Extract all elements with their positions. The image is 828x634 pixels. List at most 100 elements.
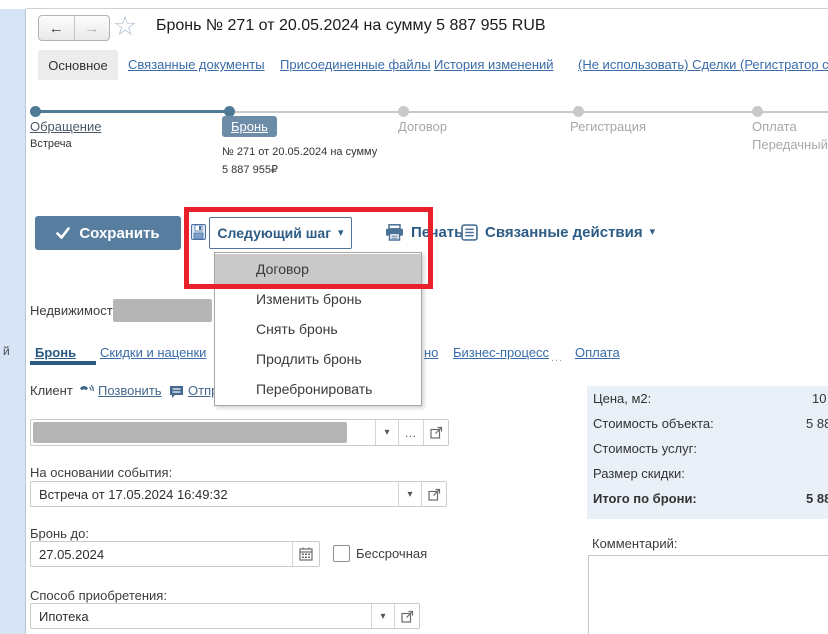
tab-bron[interactable]: Бронь [35,345,76,360]
window-top-divider [26,8,828,9]
redacted-realty-value [113,299,212,322]
step-oplata-label: Оплата [752,119,797,134]
related-actions-label: Связанные действия [485,224,643,241]
summary-price-label: Цена, м2: [593,391,651,406]
acquisition-label: Способ приобретения: [30,588,167,603]
related-actions-button[interactable]: Связанные действия ▾ [461,221,655,243]
based-on-dropdown-button[interactable]: ▾ [398,482,421,506]
ellipsis-icon: … [405,430,418,436]
save-button-label: Сохранить [79,225,159,242]
stepper-line [578,111,757,113]
acquisition-value: Ипотека [31,609,371,624]
client-field[interactable]: ▾ … [30,419,449,446]
based-on-value: Встреча от 17.05.2024 16:49:32 [31,487,398,502]
forward-icon: → [84,20,99,37]
comment-label: Комментарий: [592,536,678,551]
tab-linked-documents[interactable]: Связанные документы [128,57,265,72]
realty-label: Недвижимость: [30,303,123,318]
based-on-field[interactable]: Встреча от 17.05.2024 16:49:32 ▾ [30,481,447,507]
open-link-icon [401,610,414,623]
menu-item-dogovor[interactable]: Договор [215,254,421,284]
summary-discount-label: Размер скидки: [593,466,685,481]
tabs-overflow-dots: ... [551,352,563,364]
stepper-line [403,111,578,113]
chat-icon [169,385,184,399]
acquisition-dropdown-button[interactable]: ▾ [371,604,394,628]
step-obraschenie-link[interactable]: Обращение [30,119,101,134]
open-link-icon [428,488,441,501]
step-dot-oplata [752,106,763,117]
step-dot-obraschenie [30,106,41,117]
favorite-star-icon[interactable]: ☆ [113,13,137,40]
summary-object-cost-label: Стоимость объекта: [593,416,714,431]
tab-payment[interactable]: Оплата [575,345,620,360]
page-title: Бронь № 271 от 20.05.2024 на сумму 5 887… [156,17,546,35]
booked-until-value: 27.05.2024 [31,547,292,562]
print-button-label: Печать [411,224,463,241]
summary-total-value: 5 88 [806,491,828,506]
acquisition-field[interactable]: Ипотека ▾ [30,603,420,629]
save-button[interactable]: Сохранить [35,216,181,250]
back-button[interactable]: ← [39,16,75,40]
back-icon: ← [49,20,64,37]
tab-deals-registrar[interactable]: (Не использовать) Сделки (Регистратор с [578,57,828,72]
summary-total-label: Итого по брони: [593,491,697,506]
menu-item-prodlit-bron[interactable]: Продлить бронь [215,344,421,374]
based-on-open-button[interactable] [421,482,446,506]
left-panel-strip [0,9,26,634]
check-icon [56,227,70,239]
history-nav-group: ← → [38,15,110,41]
menu-item-perebronirovat[interactable]: Перебронировать [215,374,421,404]
stepper-line [757,111,828,113]
next-step-button-label: Следующий шаг [217,225,331,241]
next-step-button[interactable]: Следующий шаг ▾ [209,217,352,249]
tab-change-history[interactable]: История изменений [434,57,554,72]
acquisition-open-button[interactable] [394,604,419,628]
step-dot-registracia [573,106,584,117]
menu-item-snyat-bron[interactable]: Снять бронь [215,314,421,344]
chevron-down-icon: ▾ [338,228,344,239]
print-button[interactable]: Печать [385,221,463,243]
printer-icon [385,224,404,241]
left-panel-strip-label: й [3,344,10,358]
active-tab-underline [30,361,96,365]
step-dot-dogovor [398,106,409,117]
menu-item-izmenit-bron[interactable]: Изменить бронь [215,284,421,314]
tab-attached-files[interactable]: Присоединенные файлы [280,57,431,72]
forward-button[interactable]: → [75,16,110,40]
client-dropdown-button[interactable]: ▾ [375,420,398,445]
client-ellipsis-button[interactable]: … [398,420,423,445]
step-dogovor-label: Договор [398,119,447,134]
tab-osnovnoe[interactable]: Основное [38,50,118,80]
bessrochnaya-label: Бессрочная [356,546,427,561]
summary-object-cost-value: 5 88 [806,416,828,431]
booked-until-field[interactable]: 27.05.2024 [30,541,320,567]
summary-price-value: 10 [812,391,826,406]
booked-until-label: Бронь до: [30,526,89,541]
tab-fragment[interactable]: но [424,345,438,360]
phone-icon [79,384,94,398]
based-on-label: На основании события: [30,465,172,480]
booking-window: й ← → ☆ Бронь № 271 от 20.05.2024 на сум… [0,0,828,634]
stepper-line [229,111,403,113]
step-bron-chip[interactable]: Бронь [222,116,277,137]
bessrochnaya-checkbox[interactable] [333,545,350,562]
stepper-line-done [35,110,229,113]
tab-business-process[interactable]: Бизнес-процесс [453,345,549,360]
chevron-down-icon: ▾ [407,489,412,500]
chevron-down-icon: ▾ [380,611,385,622]
chevron-down-icon: ▾ [650,227,656,238]
summary-services-label: Стоимость услуг: [593,441,697,456]
chevron-down-icon: ▾ [384,427,389,438]
client-open-button[interactable] [423,420,448,445]
tab-discounts[interactable]: Скидки и наценки [100,345,206,360]
step-obraschenie-sub: Встреча [30,138,72,150]
call-link[interactable]: Позвонить [98,383,162,398]
document-list-icon [461,224,478,241]
redacted-client-value [33,422,347,443]
step-bron-sub2: 5 887 955₽ [222,163,278,176]
comment-textarea[interactable] [588,555,828,634]
save-disk-icon[interactable] [191,224,206,240]
client-label: Клиент [30,383,73,398]
calendar-button[interactable] [292,542,319,566]
